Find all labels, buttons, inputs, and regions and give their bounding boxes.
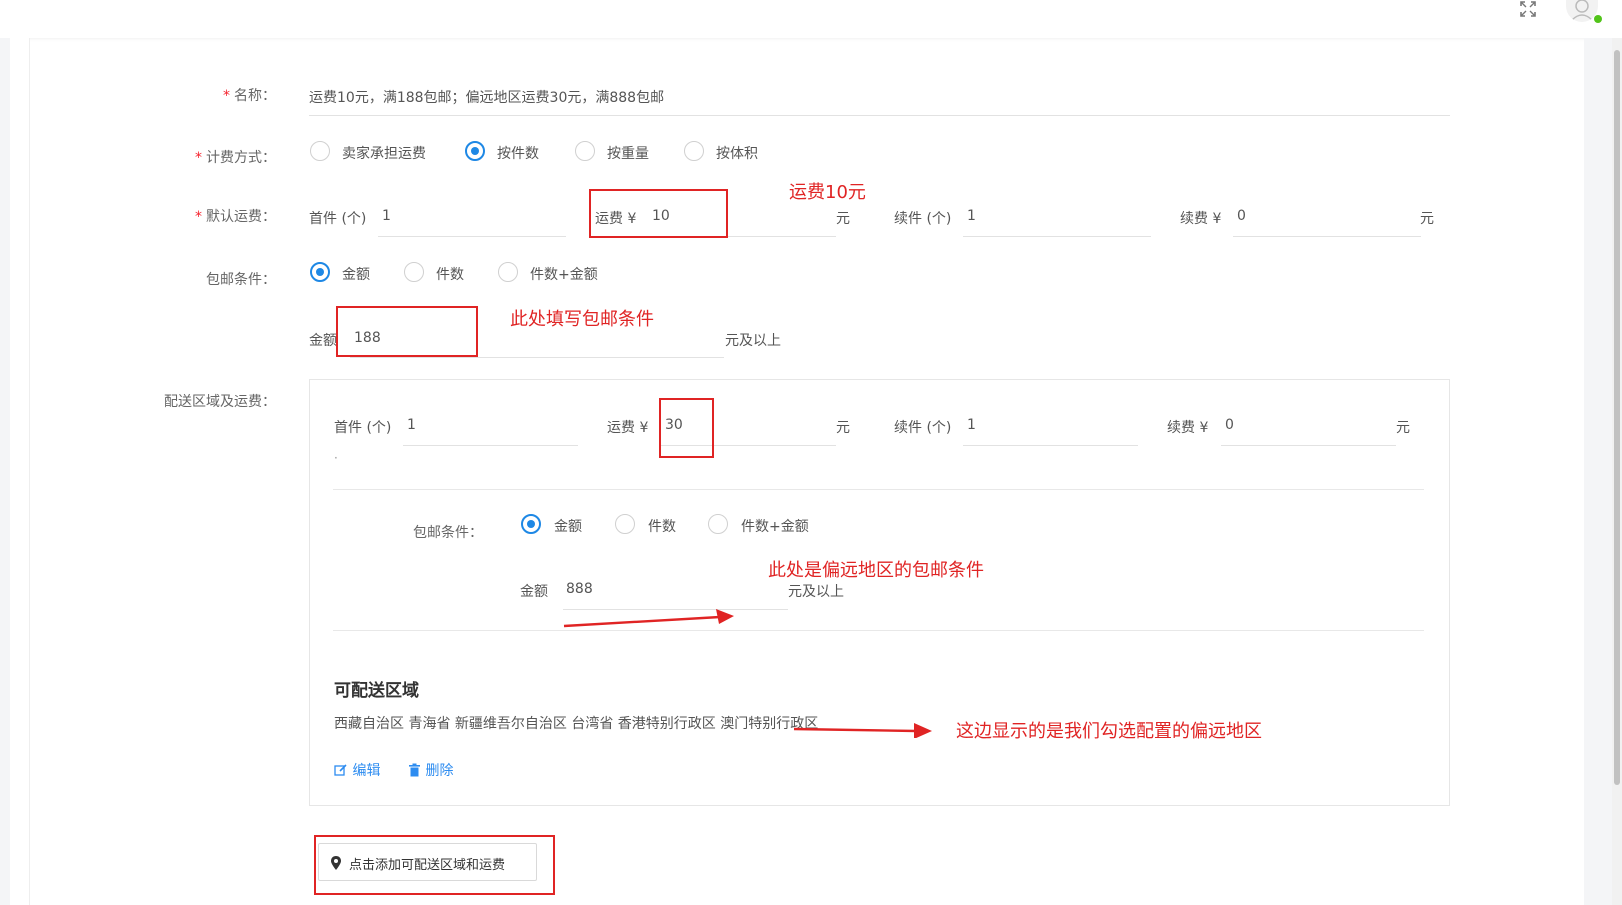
free-cond-radio-amount[interactable] bbox=[310, 262, 330, 282]
region-amount-suffix: 元及以上 bbox=[788, 584, 844, 600]
annotation-box-region-fee bbox=[659, 398, 714, 458]
amount-underline bbox=[350, 357, 724, 358]
region-free-radio-amount[interactable] bbox=[521, 514, 541, 534]
region-next-fee-label: 续费 ¥ bbox=[1167, 420, 1209, 436]
edit-icon bbox=[334, 764, 347, 776]
billing-radio-weight[interactable] bbox=[575, 141, 595, 161]
first-piece-input[interactable]: 1 bbox=[382, 208, 391, 224]
delivery-label: 配送区域及运费： bbox=[164, 394, 276, 410]
billing-option-volume[interactable]: 按体积 bbox=[716, 143, 758, 163]
amount-label: 金额 bbox=[309, 333, 337, 349]
expand-icon[interactable] bbox=[1519, 0, 1537, 18]
annotation-remote-areas: 这边显示的是我们勾选配置的偏远地区 bbox=[956, 721, 1262, 742]
billing-radio-piece[interactable] bbox=[465, 141, 485, 161]
region-next-fee-unit: 元 bbox=[1396, 420, 1410, 436]
region-next-piece-input[interactable]: 1 bbox=[967, 417, 976, 433]
region-panel bbox=[309, 379, 1450, 806]
free-cond-option-amount[interactable]: 金额 bbox=[342, 264, 370, 284]
region-amount-label: 金额 bbox=[520, 584, 548, 600]
name-input[interactable]: 运费10元，满188包邮；偏远地区运费30元，满888包邮 bbox=[309, 87, 664, 107]
top-bar bbox=[0, 0, 1622, 38]
free-cond-option-both[interactable]: 件数+金额 bbox=[530, 264, 598, 284]
region-divider-2 bbox=[333, 630, 1424, 631]
free-cond-radio-pieces[interactable] bbox=[404, 262, 424, 282]
free-cond-radio-both[interactable] bbox=[498, 262, 518, 282]
next-piece-label: 续件 (个) bbox=[894, 211, 952, 227]
annotation-remote-free-cond: 此处是偏远地区的包邮条件 bbox=[768, 560, 984, 581]
free-cond-label: 包邮条件： bbox=[206, 272, 276, 288]
amount-suffix: 元及以上 bbox=[725, 333, 781, 349]
billing-radio-volume[interactable] bbox=[684, 141, 704, 161]
region-free-cond-label: 包邮条件： bbox=[413, 525, 483, 541]
region-free-option-pieces[interactable]: 件数 bbox=[648, 516, 676, 536]
edit-link[interactable]: 编辑 bbox=[334, 760, 380, 780]
region-free-option-amount[interactable]: 金额 bbox=[554, 516, 582, 536]
region-first-piece-input[interactable]: 1 bbox=[407, 417, 416, 433]
deliverable-areas: 西藏自治区 青海省 新疆维吾尔自治区 台湾省 香港特别行政区 澳门特别行政区 bbox=[334, 716, 819, 732]
billing-option-seller[interactable]: 卖家承担运费 bbox=[342, 143, 426, 163]
region-next-fee-input[interactable]: 0 bbox=[1225, 417, 1234, 433]
name-input-underline bbox=[309, 115, 1450, 116]
billing-label: * 计费方式： bbox=[195, 150, 276, 166]
free-cond-option-pieces[interactable]: 件数 bbox=[436, 264, 464, 284]
region-free-radio-pieces[interactable] bbox=[615, 514, 635, 534]
region-divider-1 bbox=[333, 489, 1424, 490]
region-first-piece-underline bbox=[403, 445, 578, 446]
trash-icon bbox=[409, 763, 420, 777]
scrollbar-thumb[interactable] bbox=[1614, 50, 1620, 785]
next-piece-underline bbox=[963, 236, 1151, 237]
annotation-arrow-1 bbox=[563, 609, 734, 628]
billing-radio-seller[interactable] bbox=[310, 141, 330, 161]
annotation-box-amount bbox=[336, 306, 478, 357]
first-piece-underline bbox=[378, 236, 566, 237]
annotation-fill-free-cond: 此处填写包邮条件 bbox=[510, 309, 654, 330]
next-fee-underline bbox=[1233, 236, 1421, 237]
next-fee-input[interactable]: 0 bbox=[1237, 208, 1246, 224]
next-fee-unit: 元 bbox=[1420, 211, 1434, 227]
region-next-piece-label: 续件 (个) bbox=[894, 420, 952, 436]
delete-link[interactable]: 删除 bbox=[408, 760, 453, 780]
first-piece-label: 首件 (个) bbox=[309, 211, 367, 227]
region-fee-unit: 元 bbox=[836, 420, 850, 436]
name-label: * 名称： bbox=[223, 88, 276, 104]
region-first-piece-label: 首件 (个) bbox=[334, 420, 392, 436]
next-piece-input[interactable]: 1 bbox=[967, 208, 976, 224]
region-fee-label: 运费 ¥ bbox=[607, 420, 649, 436]
fee-unit: 元 bbox=[836, 211, 850, 227]
annotation-arrow-2 bbox=[793, 723, 932, 738]
left-edge bbox=[10, 38, 30, 905]
region-dot: · bbox=[334, 451, 338, 465]
region-amount-input[interactable]: 888 bbox=[566, 581, 593, 597]
region-next-fee-underline bbox=[1221, 445, 1396, 446]
default-fee-label: * 默认运费： bbox=[195, 209, 276, 225]
region-free-radio-both[interactable] bbox=[708, 514, 728, 534]
annotation-fee10: 运费10元 bbox=[789, 182, 866, 203]
region-next-piece-underline bbox=[963, 445, 1138, 446]
billing-option-weight[interactable]: 按重量 bbox=[607, 143, 649, 163]
annotation-box-fee bbox=[589, 189, 728, 238]
delete-label: 删除 bbox=[425, 763, 454, 779]
edit-label: 编辑 bbox=[352, 763, 381, 779]
billing-option-piece[interactable]: 按件数 bbox=[497, 143, 539, 163]
next-fee-label: 续费 ¥ bbox=[1180, 211, 1222, 227]
online-status-dot bbox=[1594, 15, 1602, 23]
deliverable-title: 可配送区域 bbox=[334, 681, 419, 701]
region-free-option-both[interactable]: 件数+金额 bbox=[741, 516, 809, 536]
annotation-box-add-button bbox=[314, 835, 555, 895]
